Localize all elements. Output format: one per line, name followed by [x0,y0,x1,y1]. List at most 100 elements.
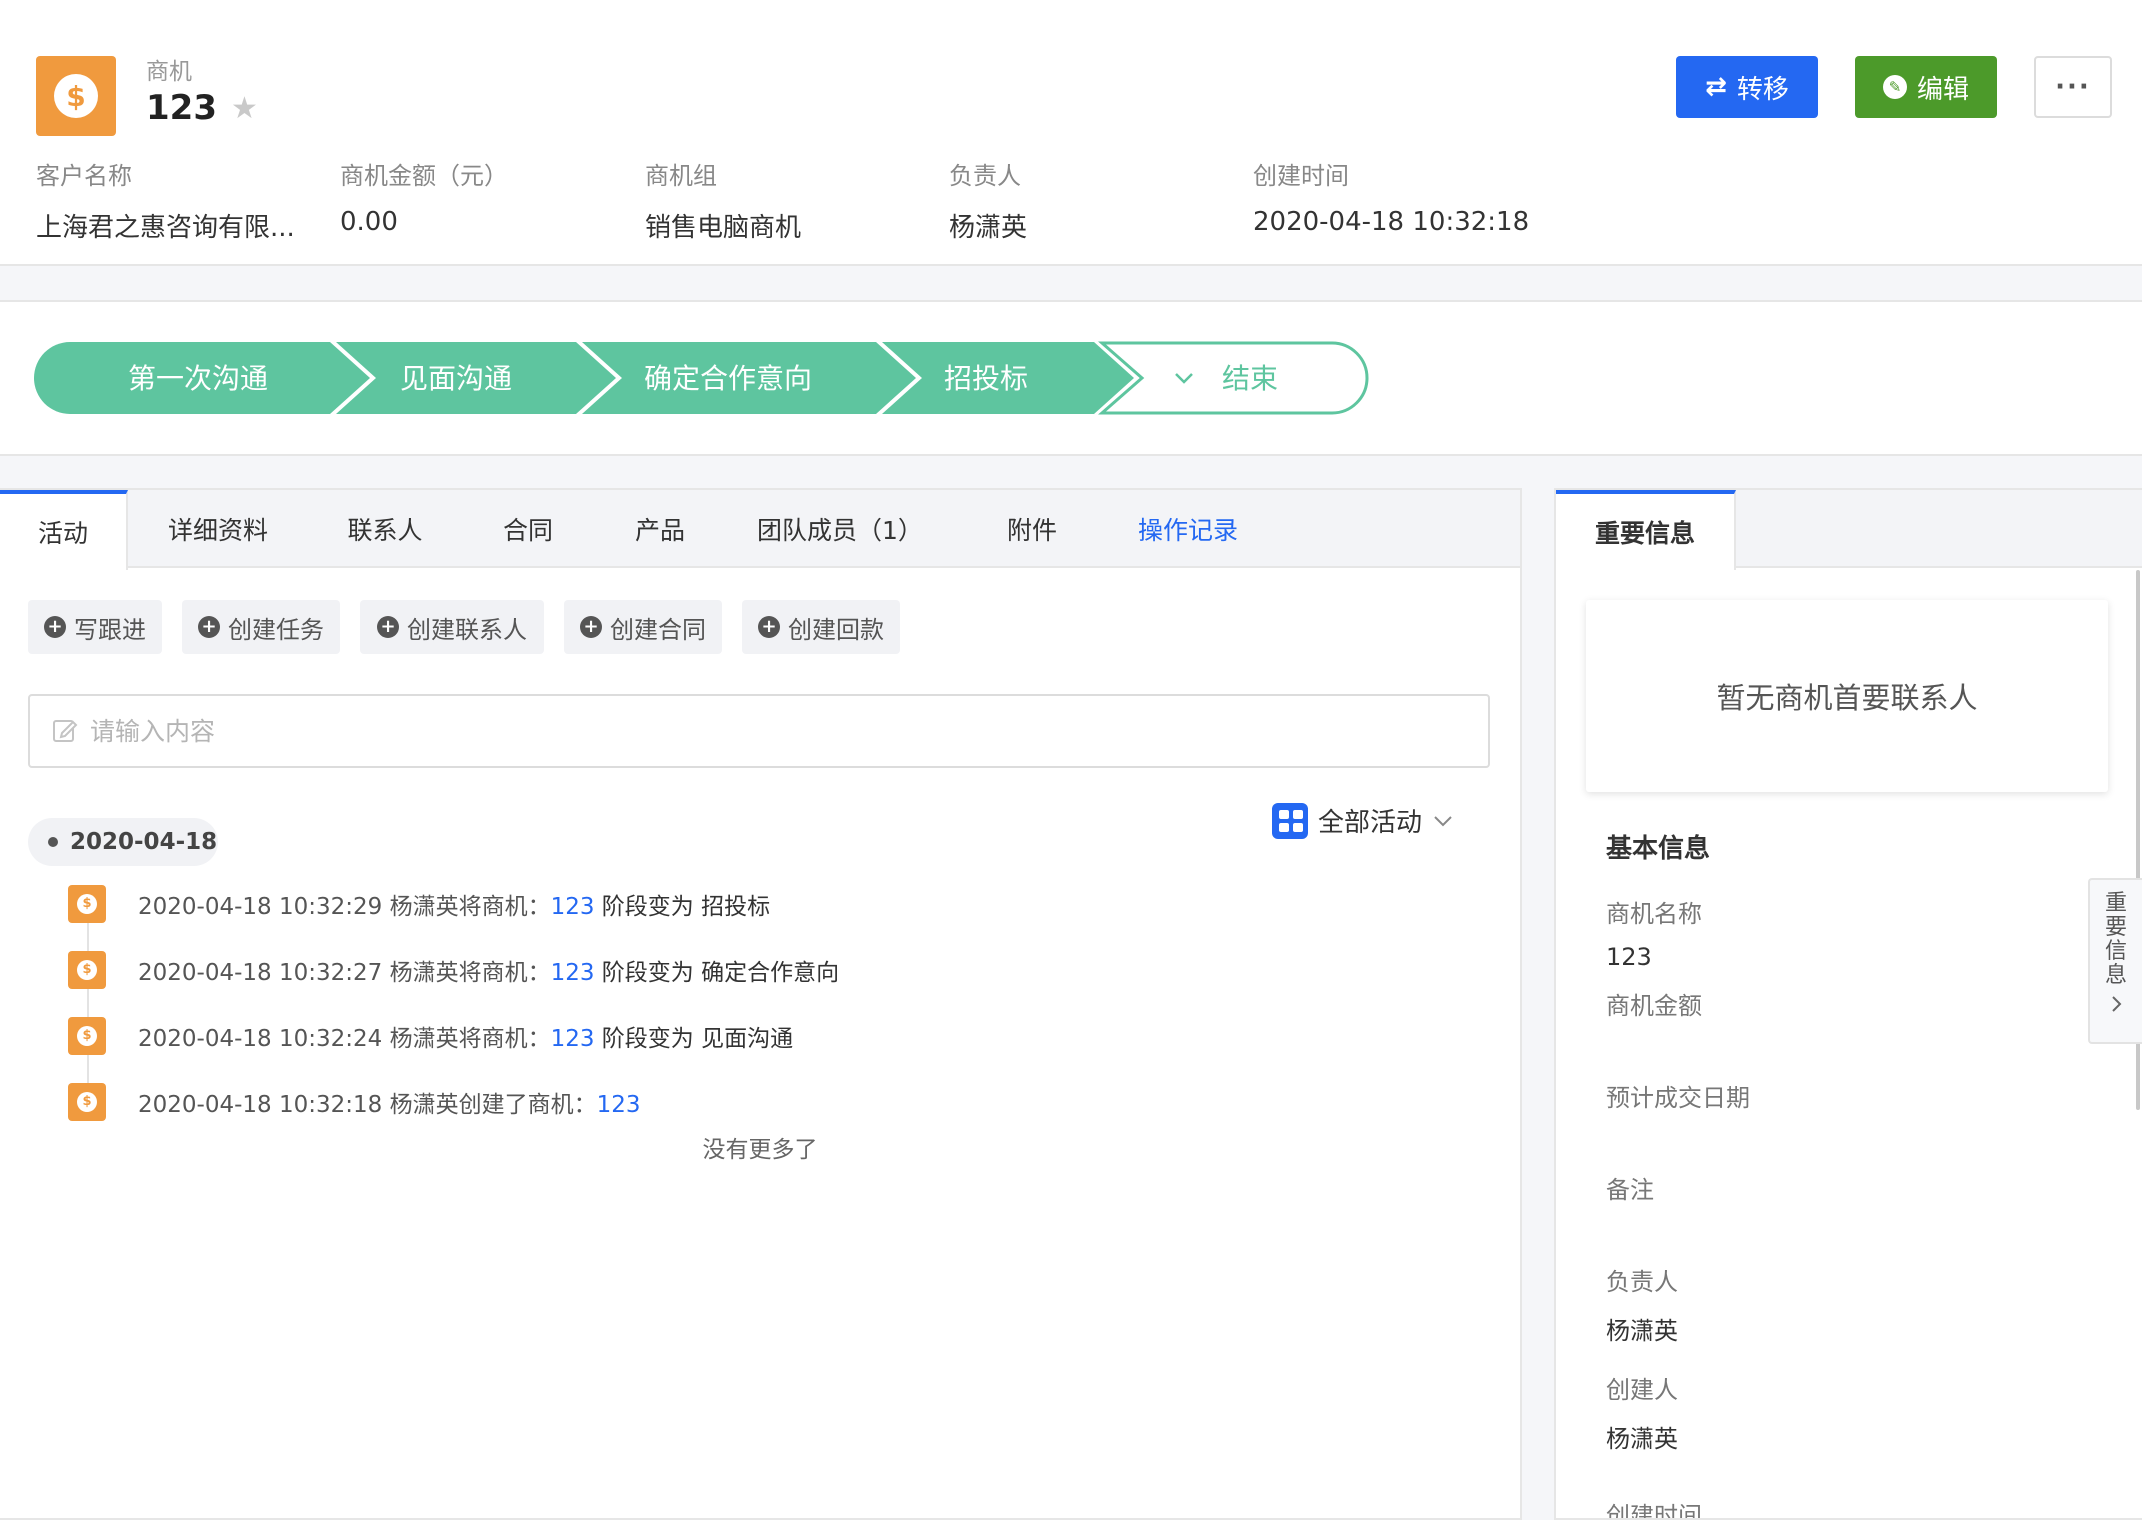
activity-text: 2020-04-18 10:32:27 杨潇英将商机：123 阶段变为 确定合作… [138,953,839,987]
basic-info-title: 基本信息 [1606,834,1711,864]
info-label: 商机组 [645,162,717,190]
activity-item: $ 2020-04-18 10:32:29 杨潇英将商机：123 阶段变为 招投… [68,884,770,924]
activity-suffix: 阶段变为 [594,894,702,920]
record-type: 商机 [146,59,192,85]
chevron-down-icon [1434,815,1452,826]
activity-text: 2020-04-18 10:32:24 杨潇英将商机：123 阶段变为 见面沟通 [138,1019,793,1053]
tab-attachments[interactable]: 附件 [980,490,1084,568]
activity-link[interactable]: 123 [597,1092,641,1118]
info-group: 商机组 销售电脑商机 [645,156,905,244]
plus-icon: + [580,616,602,638]
grid-icon [1272,802,1308,839]
activity-text: 2020-04-18 10:32:18 杨潇英创建了商机：123 [138,1085,641,1119]
detail-tabs: 活动 详细资料 联系人 合同 产品 团队成员（1） 附件 操作记录 [0,490,1520,570]
primary-contact-card: 暂无商机首要联系人 [1586,600,2108,792]
activity-link[interactable]: 123 [551,894,595,920]
side-tab-char: 要 [2104,915,2127,940]
timeline-line [87,898,89,1098]
activity-target: 见面沟通 [701,1026,794,1052]
star-icon[interactable]: ★ [231,91,258,126]
info-value[interactable]: 上海君之惠咨询有限... [36,207,306,244]
action-label: 创建联系人 [407,615,527,644]
info-value: 2020-04-18 10:32:18 [1253,207,1530,237]
transfer-label: 转移 [1736,74,1789,105]
stage-label-4: 招投标 [944,362,1028,395]
info-customer: 客户名称 上海君之惠咨询有限... [36,156,306,244]
action-label: 写跟进 [74,615,146,644]
field-opportunity-name: 商机名称 123 [1606,894,1702,971]
important-info-side-tab[interactable]: 重 要 信 息 [2088,878,2142,1044]
stage-label-1: 第一次沟通 [128,362,268,395]
followup-input-box[interactable] [28,694,1490,768]
field-label: 商机名称 [1606,900,1702,928]
opportunity-icon: $ [68,1017,106,1055]
field-value: 123 [1606,943,1652,971]
create-contact-button[interactable]: + 创建联系人 [360,600,544,654]
field-remark: 备注 [1606,1170,1654,1219]
record-title: 123 [146,88,217,128]
more-icon: ··· [2055,72,2091,102]
date-label: 2020-04-18 [70,829,218,855]
plus-icon: + [198,616,220,638]
stage-label-5: 结束 [1222,362,1278,395]
activity-link[interactable]: 123 [551,960,595,986]
create-task-button[interactable]: + 创建任务 [182,600,340,654]
tab-contracts[interactable]: 合同 [478,490,578,568]
stage-chevrons: 第一次沟通 见面沟通 确定合作意向 招投标 结束 [34,341,1369,415]
tab-details[interactable]: 详细资料 [148,490,288,568]
side-tab-char: 息 [2104,963,2127,988]
info-value: 销售电脑商机 [645,213,802,243]
activity-prefix: 2020-04-18 10:32:29 杨潇英将商机： [138,894,551,920]
info-owner: 负责人 杨潇英 [949,156,1209,244]
chevron-right-icon [2112,996,2122,1012]
followup-input[interactable] [90,716,1390,746]
field-creator: 创建人 杨潇英 [1606,1370,1678,1454]
activity-filter-dropdown[interactable]: 全部活动 [1272,802,1454,839]
activity-target: 确定合作意向 [701,960,840,986]
info-value: 杨潇英 [949,213,1028,243]
field-label: 创建人 [1606,1376,1678,1404]
info-label: 创建时间 [1253,162,1349,190]
more-button[interactable]: ··· [2034,56,2112,118]
side-tab-char: 重 [2104,891,2127,916]
field-label: 商机金额 [1606,992,1702,1020]
action-label: 创建合同 [610,615,706,644]
dollar-icon: $ [54,74,98,118]
field-owner: 负责人 杨潇英 [1606,1262,1678,1346]
field-amount: 商机金额 [1606,986,1702,1035]
no-more-text: 没有更多了 [702,1137,818,1163]
date-group-badge: 2020-04-18 [28,818,218,866]
tab-products[interactable]: 产品 [610,490,710,568]
important-info-panel: 重要信息 暂无商机首要联系人 基本信息 商机名称 123 商机金额 预计成交日期… [1554,488,2142,1520]
stage-label-3: 确定合作意向 [644,362,812,395]
create-contract-button[interactable]: + 创建合同 [564,600,722,654]
info-label: 负责人 [949,162,1021,190]
filter-label: 全部活动 [1318,808,1423,838]
field-label: 备注 [1606,1176,1654,1204]
tab-activity[interactable]: 活动 [0,490,128,570]
field-label: 创建时间 [1606,1502,1702,1520]
tab-contacts[interactable]: 联系人 [330,490,440,568]
side-tab-char: 信 [2104,939,2127,964]
info-tabs: 重要信息 [1556,490,2142,570]
activity-item: $ 2020-04-18 10:32:27 杨潇英将商机：123 阶段变为 确定… [68,950,839,990]
tab-team[interactable]: 团队成员（1） [750,490,930,568]
tab-operation-log[interactable]: 操作记录 [1120,490,1256,568]
stage-label-2: 见面沟通 [400,362,512,395]
create-payment-button[interactable]: + 创建回款 [742,600,900,654]
edit-note-icon [53,720,78,742]
record-title-row: 123 ★ [146,88,258,128]
info-amount: 商机金额（元） 0.00 [340,156,600,237]
field-created-time: 创建时间 [1606,1496,1702,1520]
activity-link[interactable]: 123 [551,1026,595,1052]
info-label: 商机金额（元） [340,162,508,190]
tab-important-info[interactable]: 重要信息 [1556,490,1736,570]
stage-progress-bar: 第一次沟通 见面沟通 确定合作意向 招投标 结束 [0,300,2142,456]
write-followup-button[interactable]: + 写跟进 [28,600,162,654]
transfer-button[interactable]: ⇄ 转移 [1676,56,1818,118]
activity-target: 招投标 [701,894,771,920]
activity-suffix: 阶段变为 [594,960,702,986]
edit-label: 编辑 [1916,74,1969,105]
edit-button[interactable]: ✎ 编辑 [1855,56,1997,118]
plus-icon: + [377,616,399,638]
